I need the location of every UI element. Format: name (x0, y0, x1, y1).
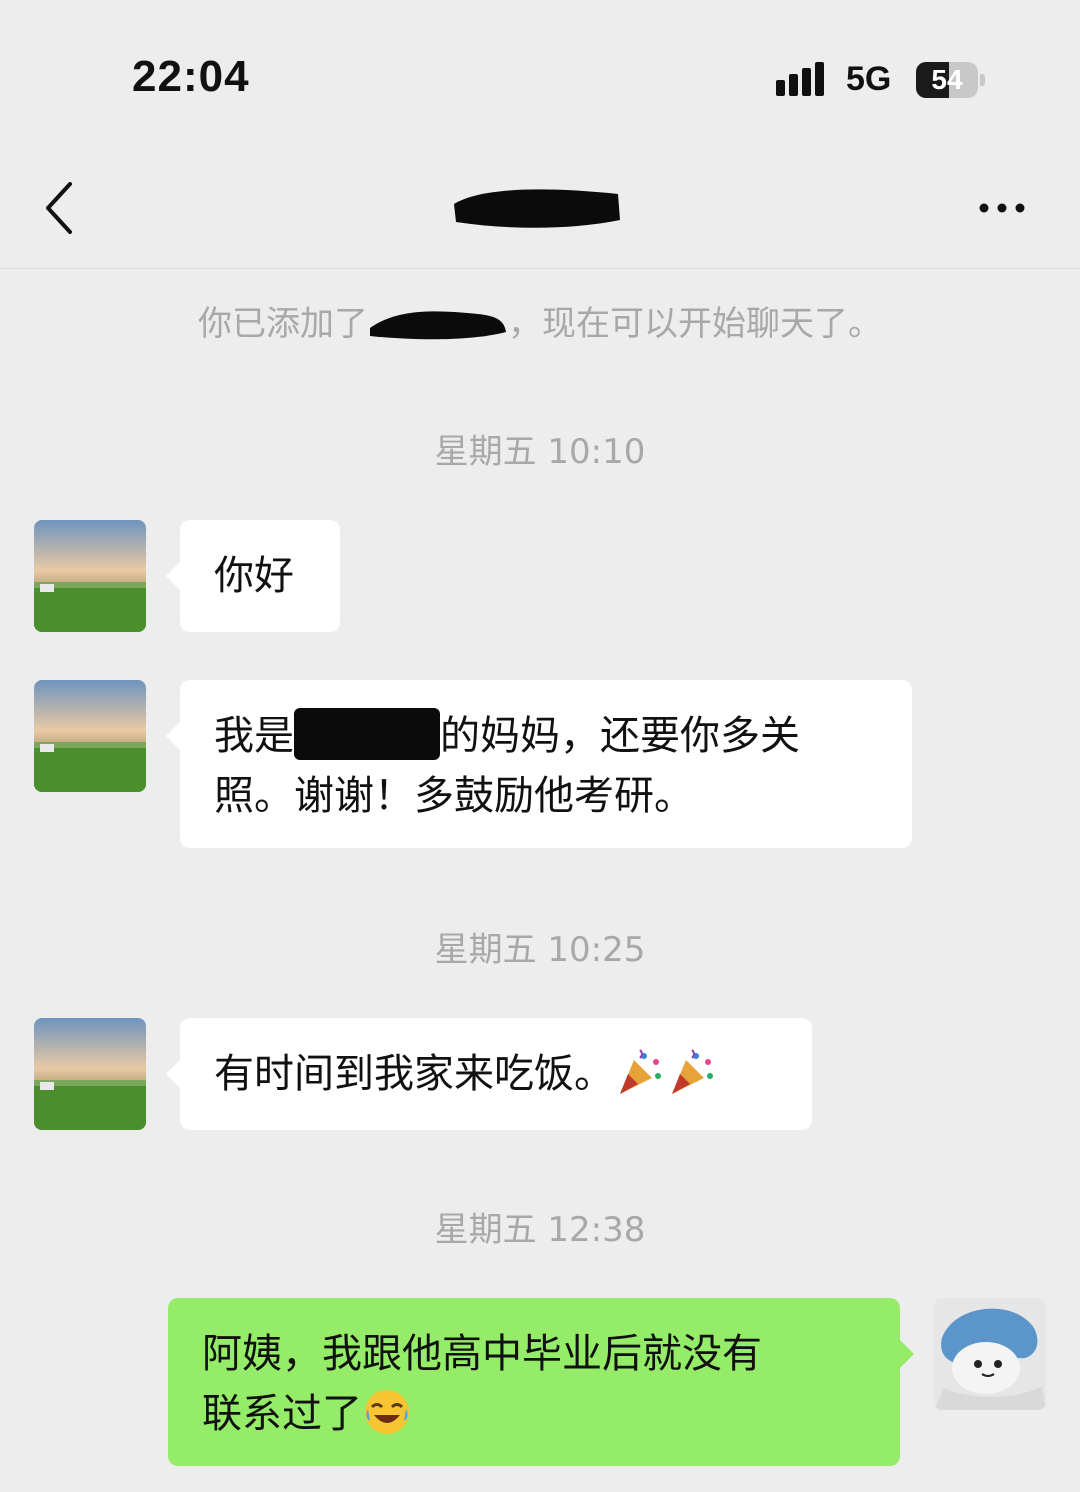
timestamp: 星期五 10:10 (434, 432, 646, 472)
network-type: 5G (846, 60, 892, 98)
friend-added-notice: 你已添加了 ，现在可以开始聊天了。 (0, 296, 1080, 346)
message-bubble-other[interactable]: 我是 的妈妈，还要你多关 照。谢谢！多鼓励他考研。 (166, 680, 912, 848)
party-popper-icon (672, 1049, 713, 1094)
avatar-other[interactable] (34, 1018, 146, 1130)
timestamp: 星期五 12:38 (434, 1210, 646, 1250)
battery-icon: 54 (916, 62, 986, 98)
laughing-crying-icon (365, 1390, 409, 1434)
avatar-self[interactable] (934, 1298, 1046, 1410)
more-dots-icon[interactable] (972, 190, 1032, 226)
message-text: 联系过了 (202, 1391, 362, 1437)
chevron-left-icon[interactable] (30, 178, 90, 238)
notice-text-after: ，现在可以开始聊天了。 (508, 304, 882, 344)
chat-header (0, 160, 1080, 269)
status-bar: 22:04 5G 54 (0, 0, 1080, 160)
avatar-other[interactable] (34, 680, 146, 792)
timestamp: 星期五 10:25 (434, 930, 646, 970)
message-bubble-self[interactable]: 阿姨，我跟他高中毕业后就没有 联系过了 (168, 1298, 914, 1466)
avatar-other[interactable] (34, 520, 146, 632)
redacted-name-block (294, 708, 440, 760)
status-time: 22:04 (132, 52, 250, 101)
redacted-contact-name (454, 189, 620, 228)
message-text: 你好 (214, 553, 294, 599)
message-bubble-other[interactable]: 有时间到我家来吃饭。 (166, 1018, 812, 1130)
notice-text-before: 你已添加了 (198, 304, 368, 344)
message-text: 我是 (214, 713, 294, 759)
message-text: 的妈妈，还要你多关 (440, 713, 800, 759)
signal-bars-icon (776, 62, 824, 96)
battery-level: 54 (931, 64, 963, 95)
redacted-name-scribble (368, 302, 508, 342)
message-text: 有时间到我家来吃饭。 (214, 1051, 614, 1097)
message-bubble-other[interactable]: 你好 (166, 520, 340, 632)
message-text: 照。谢谢！多鼓励他考研。 (214, 773, 694, 819)
party-popper-icon (620, 1049, 661, 1094)
message-text: 阿姨，我跟他高中毕业后就没有 (202, 1331, 762, 1377)
